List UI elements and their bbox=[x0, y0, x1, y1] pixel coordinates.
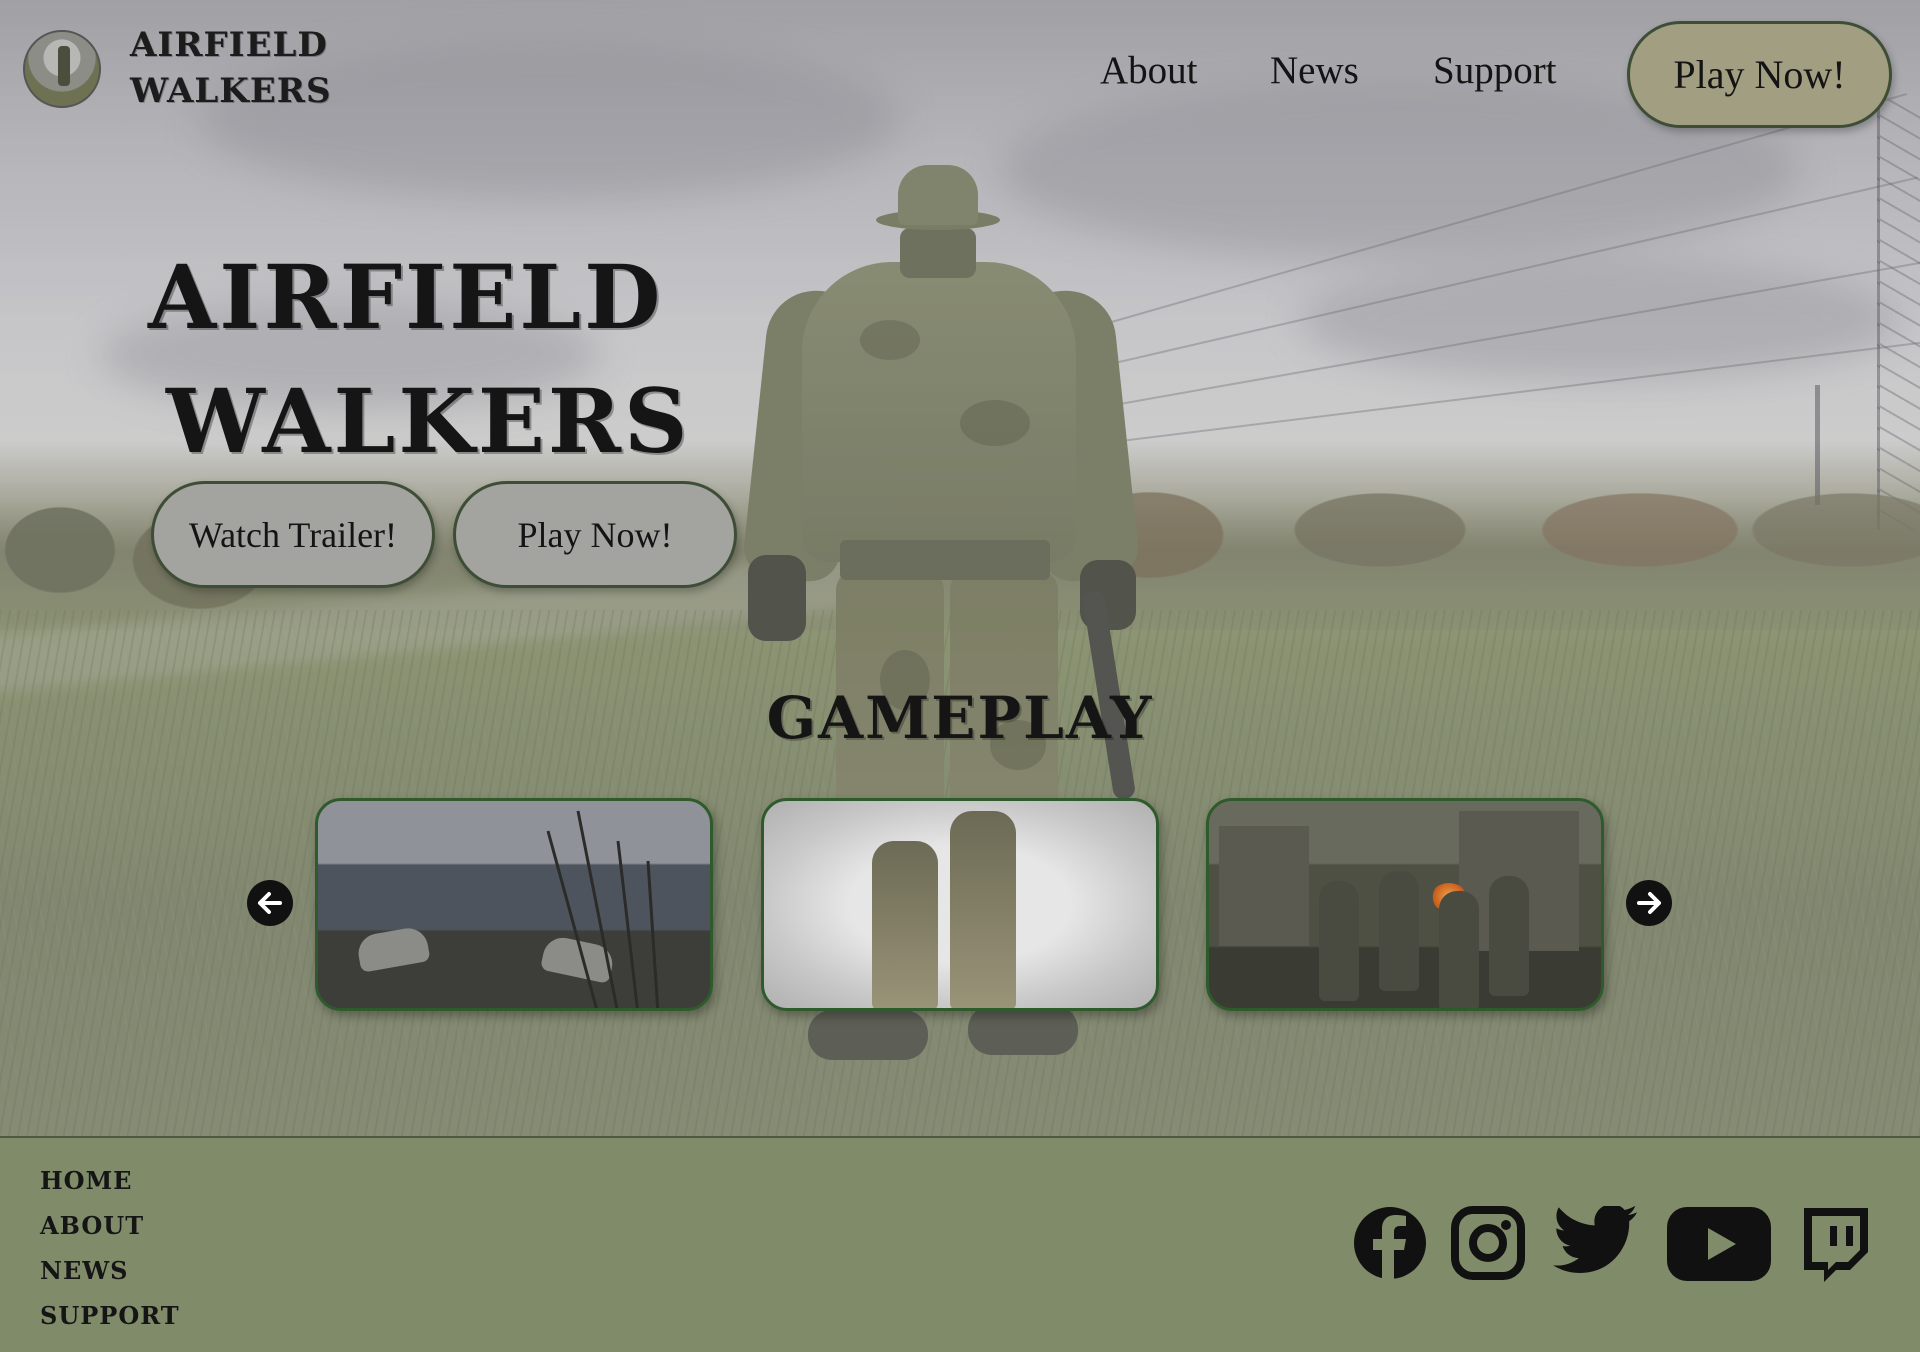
footer-links: HOME ABOUT NEWS SUPPORT bbox=[40, 1158, 180, 1338]
nav-support[interactable]: Support bbox=[1433, 48, 1557, 93]
footer-link-home[interactable]: HOME bbox=[40, 1158, 180, 1203]
hero-title-line1: AIRFIELD bbox=[148, 245, 664, 349]
logo-badge[interactable] bbox=[23, 30, 101, 108]
brand-name[interactable]: AIRFIELD WALKERS bbox=[130, 22, 390, 114]
gallery-prev-button[interactable] bbox=[247, 880, 293, 926]
twitter-icon bbox=[1553, 1206, 1638, 1274]
reeds-decoration bbox=[546, 810, 660, 1008]
instagram-link[interactable] bbox=[1451, 1206, 1525, 1280]
gallery-next-button[interactable] bbox=[1626, 880, 1672, 926]
footer-link-support[interactable]: SUPPORT bbox=[40, 1293, 180, 1338]
brand-name-line2: WALKERS bbox=[130, 71, 332, 111]
youtube-icon bbox=[1667, 1207, 1771, 1281]
nav-about[interactable]: About bbox=[1100, 48, 1198, 93]
gameplay-image-hands[interactable] bbox=[315, 798, 713, 1011]
footer: HOME ABOUT NEWS SUPPORT bbox=[0, 1136, 1920, 1352]
gameplay-title: GAMEPLAY bbox=[766, 684, 1154, 752]
watch-trailer-button[interactable]: Watch Trailer! bbox=[151, 481, 435, 588]
arrow-right-icon bbox=[1637, 892, 1661, 914]
hero-play-now-button[interactable]: Play Now! bbox=[453, 481, 737, 588]
youtube-link[interactable] bbox=[1666, 1206, 1772, 1282]
footer-link-news[interactable]: NEWS bbox=[40, 1248, 180, 1293]
instagram-icon bbox=[1451, 1206, 1525, 1280]
twitter-link[interactable] bbox=[1552, 1206, 1640, 1278]
arrow-left-icon bbox=[258, 892, 282, 914]
facebook-icon bbox=[1354, 1207, 1426, 1280]
twitch-icon bbox=[1804, 1208, 1868, 1282]
hero-title: AIRFIELD WALKERS bbox=[148, 235, 768, 483]
brand-name-line1: AIRFIELD bbox=[130, 25, 328, 65]
soldier-badge-icon bbox=[58, 46, 70, 86]
header-play-now-button[interactable]: Play Now! bbox=[1627, 21, 1892, 128]
gameplay-image-soldiers[interactable] bbox=[761, 798, 1159, 1011]
hero-title-line2: WALKERS bbox=[166, 369, 691, 473]
nav-news[interactable]: News bbox=[1270, 48, 1359, 93]
footer-link-about[interactable]: ABOUT bbox=[40, 1203, 180, 1248]
gameplay-image-zombies[interactable] bbox=[1206, 798, 1604, 1011]
twitch-link[interactable] bbox=[1798, 1206, 1870, 1282]
facebook-link[interactable] bbox=[1353, 1206, 1427, 1280]
